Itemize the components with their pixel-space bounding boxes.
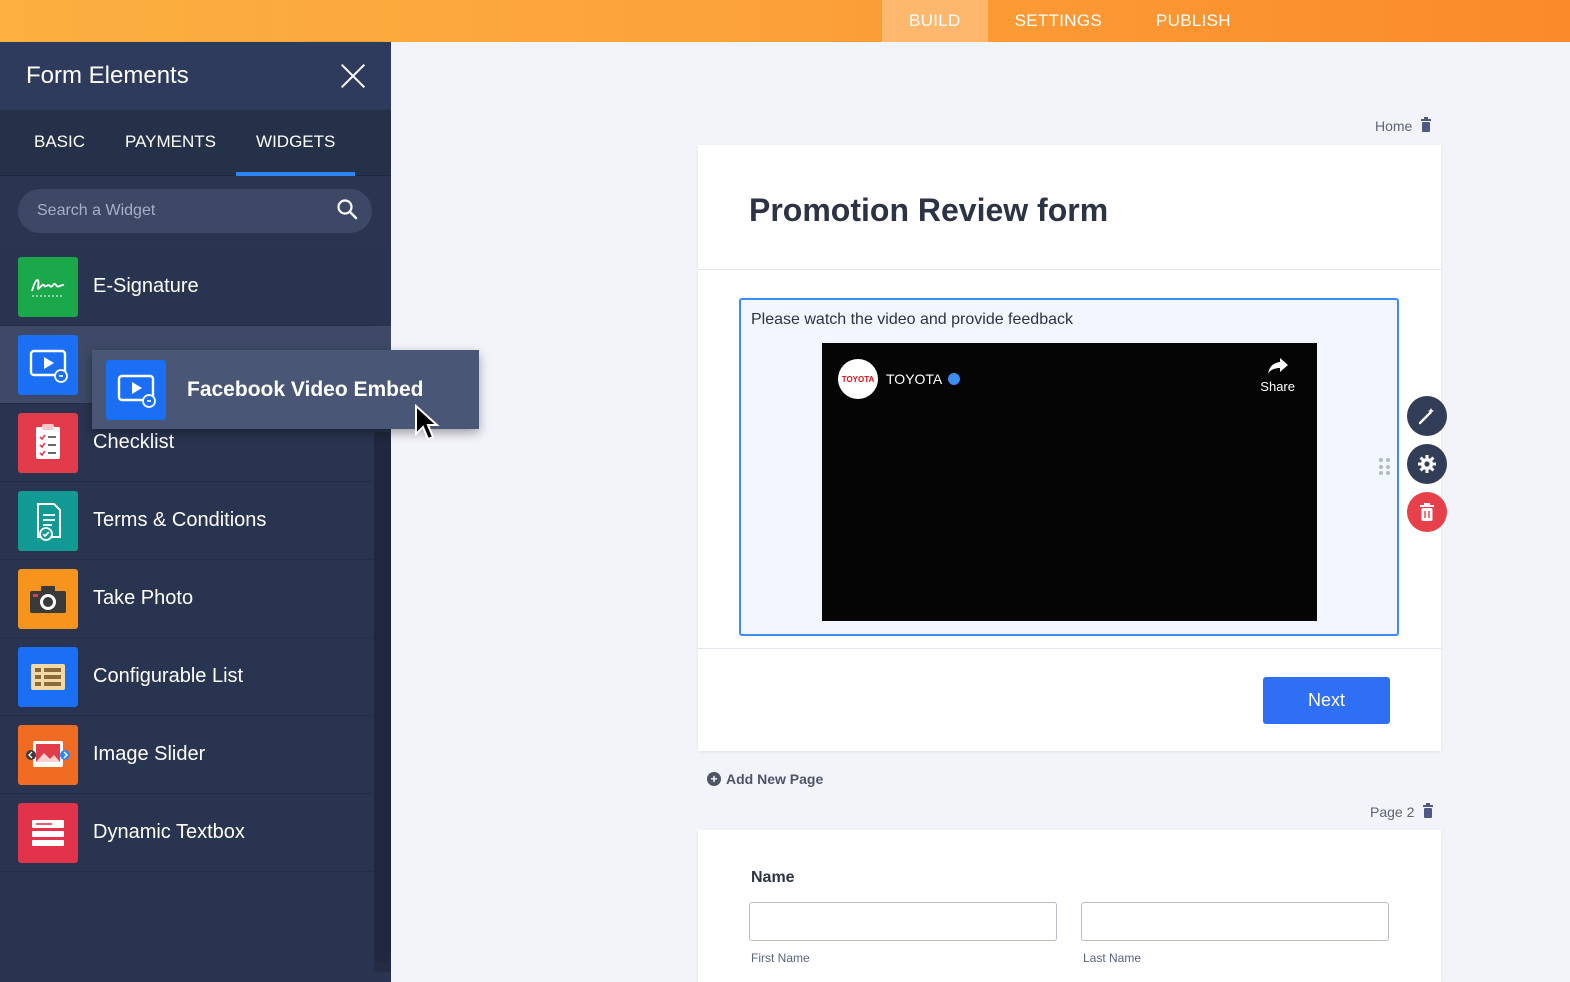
drag-handle[interactable] bbox=[1379, 458, 1391, 476]
document-check-icon bbox=[18, 490, 78, 551]
widget-item-label: Take Photo bbox=[93, 587, 194, 609]
gear-icon[interactable] bbox=[1407, 444, 1447, 484]
widget-item-label: Configurable List bbox=[93, 665, 244, 687]
widget-item-label: E-Signature bbox=[93, 275, 199, 297]
channel-name-text: TOYOTA bbox=[886, 371, 943, 387]
magic-wand-icon[interactable] bbox=[1407, 396, 1447, 436]
list-grid-icon bbox=[18, 646, 78, 707]
trash-icon[interactable] bbox=[1422, 803, 1434, 821]
camera-icon bbox=[18, 568, 78, 629]
video-embed-icon bbox=[106, 359, 166, 420]
widget-item-configurable-list[interactable]: Configurable List bbox=[0, 638, 373, 716]
mouse-cursor-icon bbox=[414, 403, 440, 447]
tab-publish[interactable]: PUBLISH bbox=[1129, 0, 1258, 42]
page-breadcrumb-home: Home bbox=[1375, 117, 1432, 135]
add-new-page-link[interactable]: + Add New Page bbox=[707, 771, 823, 787]
tab-payments[interactable]: PAYMENTS bbox=[105, 110, 236, 176]
signature-icon bbox=[18, 256, 78, 317]
verified-badge-icon bbox=[948, 373, 961, 385]
widget-item-image-slider[interactable]: Image Slider bbox=[0, 716, 373, 794]
last-name-sublabel: Last Name bbox=[1083, 951, 1142, 965]
drag-ghost-label: Facebook Video Embed bbox=[187, 377, 424, 401]
close-icon[interactable] bbox=[339, 62, 367, 90]
trash-icon[interactable] bbox=[1420, 117, 1432, 135]
channel-avatar: TOYOTA bbox=[838, 359, 878, 399]
share-label: Share bbox=[1260, 379, 1295, 394]
widget-list: E-Signature Checklist Terms & Conditions… bbox=[0, 248, 391, 872]
widget-item-take-photo[interactable]: Take Photo bbox=[0, 560, 373, 638]
widget-search-area bbox=[0, 176, 391, 248]
image-slider-icon bbox=[18, 724, 78, 785]
widget-tools bbox=[1407, 396, 1447, 540]
sidebar-scrollbar[interactable] bbox=[374, 432, 391, 972]
divider bbox=[698, 269, 1441, 270]
name-field-label[interactable]: Name bbox=[751, 869, 795, 887]
page-breadcrumb-page-2: Page 2 bbox=[1370, 803, 1434, 821]
video-embed-widget[interactable]: Please watch the video and provide feedb… bbox=[739, 298, 1399, 636]
widget-search-input[interactable] bbox=[37, 202, 317, 220]
video-embed-icon bbox=[18, 334, 78, 395]
search-icon[interactable] bbox=[336, 198, 358, 225]
first-name-sublabel: First Name bbox=[751, 951, 810, 965]
form-page-card: Promotion Review form Please watch the v… bbox=[698, 145, 1441, 751]
checklist-icon bbox=[18, 412, 78, 473]
tab-build[interactable]: BUILD bbox=[882, 0, 988, 42]
plus-icon: + bbox=[707, 772, 721, 786]
widget-item-e-signature[interactable]: E-Signature bbox=[0, 248, 373, 326]
page-label: Home bbox=[1375, 118, 1413, 134]
form-elements-sidebar: Form Elements BASIC PAYMENTS WIDGETS E-S… bbox=[0, 42, 391, 982]
first-name-input[interactable] bbox=[749, 902, 1057, 941]
tab-widgets[interactable]: WIDGETS bbox=[236, 110, 356, 176]
sidebar-title: Form Elements bbox=[26, 62, 189, 89]
scrollbar-thumb[interactable] bbox=[374, 432, 391, 962]
widget-item-label: Checklist bbox=[93, 431, 175, 453]
sidebar-header: Form Elements bbox=[0, 42, 391, 110]
form-title[interactable]: Promotion Review form bbox=[749, 192, 1108, 229]
sidebar-tabs: BASIC PAYMENTS WIDGETS bbox=[0, 110, 391, 176]
form-page-2-card: Name First Name Last Name bbox=[698, 830, 1441, 982]
channel-name[interactable]: TOYOTA bbox=[886, 371, 961, 387]
widget-search-box bbox=[18, 189, 372, 233]
widget-item-label: Terms & Conditions bbox=[93, 509, 267, 531]
tab-basic[interactable]: BASIC bbox=[14, 110, 105, 176]
tab-settings[interactable]: SETTINGS bbox=[988, 0, 1129, 42]
divider bbox=[698, 648, 1441, 649]
share-icon bbox=[1267, 358, 1288, 374]
facebook-video-player[interactable]: TOYOTA TOYOTA Share bbox=[822, 343, 1317, 621]
page-label: Page 2 bbox=[1370, 804, 1415, 820]
textbox-icon bbox=[18, 802, 78, 863]
widget-item-terms-conditions[interactable]: Terms & Conditions bbox=[0, 482, 373, 560]
share-button[interactable]: Share bbox=[1260, 357, 1295, 394]
widget-question-label[interactable]: Please watch the video and provide feedb… bbox=[751, 311, 1073, 329]
top-nav: BUILD SETTINGS PUBLISH bbox=[882, 0, 1258, 42]
top-bar: BUILD SETTINGS PUBLISH bbox=[0, 0, 1570, 42]
delete-icon[interactable] bbox=[1407, 492, 1447, 532]
widget-item-label: Image Slider bbox=[93, 743, 206, 765]
widget-item-label: Dynamic Textbox bbox=[93, 821, 245, 843]
widget-item-dynamic-textbox[interactable]: Dynamic Textbox bbox=[0, 794, 373, 872]
last-name-input[interactable] bbox=[1081, 902, 1389, 941]
next-button[interactable]: Next bbox=[1263, 677, 1390, 724]
add-new-page-label: Add New Page bbox=[726, 771, 824, 787]
